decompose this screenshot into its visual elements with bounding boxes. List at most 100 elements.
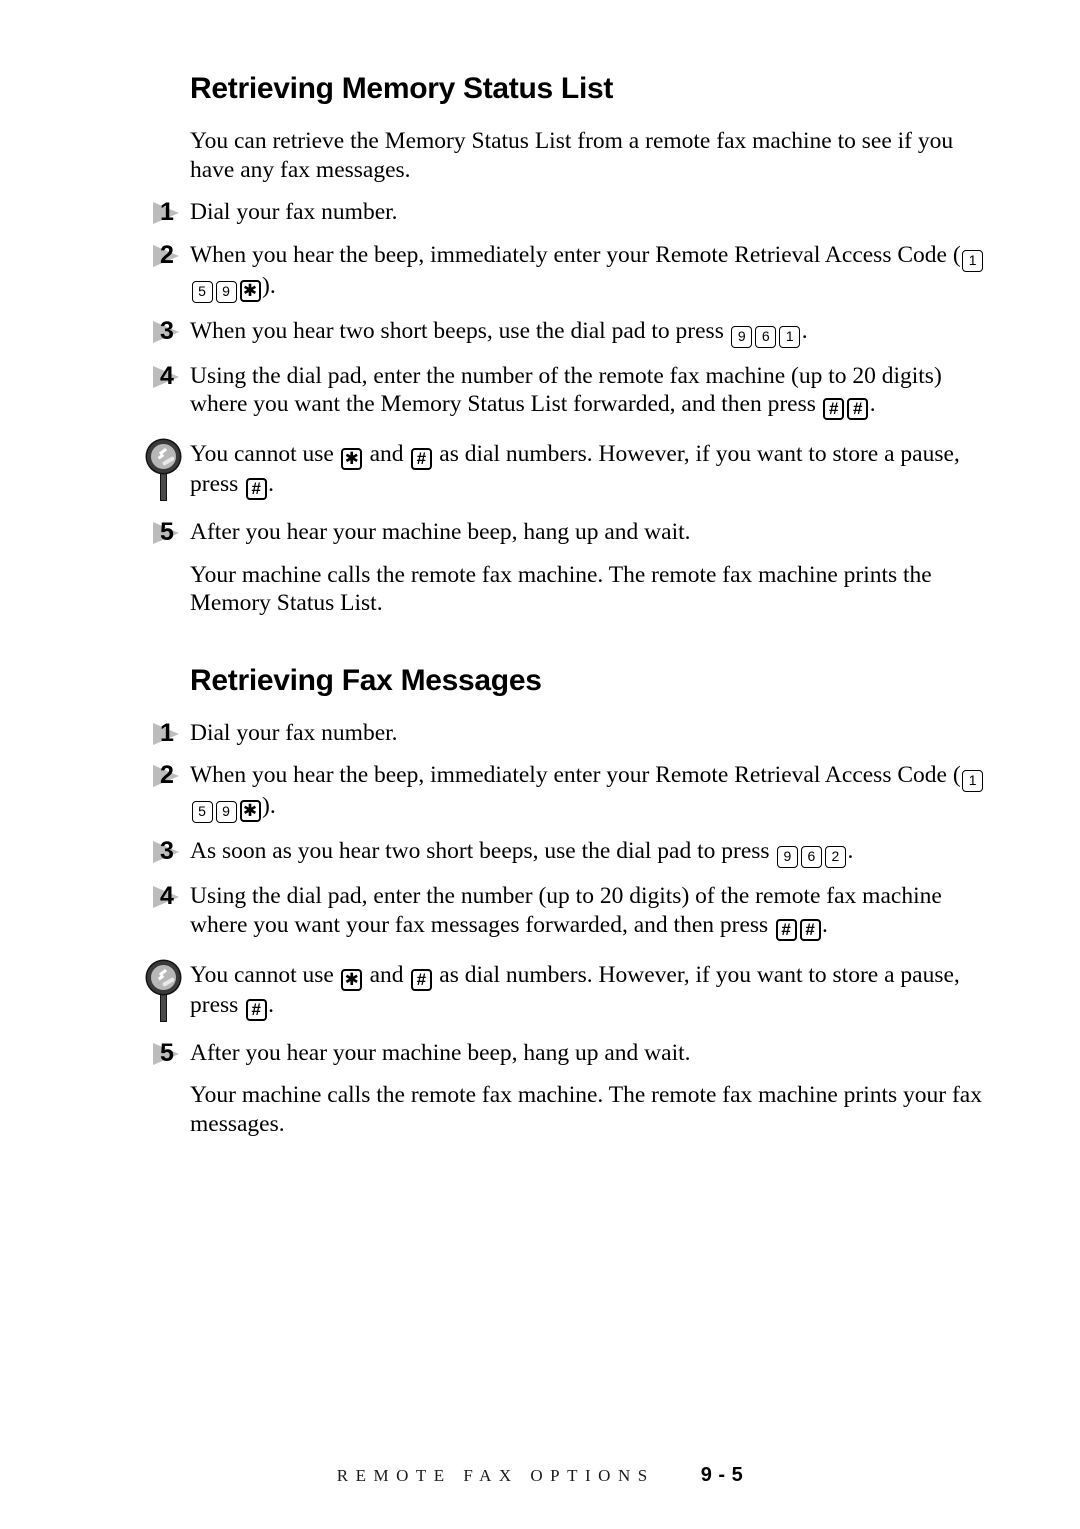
- section-closing-paragraph: Your machine calls the remote fax machin…: [190, 561, 932, 617]
- step-number-marker: 3: [152, 316, 186, 346]
- step-number: 3: [160, 316, 174, 345]
- magnifier-lens: [147, 960, 180, 994]
- step-text-lead: Using the dial pad, enter the number (up…: [190, 883, 942, 938]
- step-text: Dial your fax number.: [190, 719, 398, 746]
- step-item: 2 When you hear the beep, immediately en…: [152, 761, 997, 823]
- step-text-lead: As soon as you hear two short beeps, use…: [190, 838, 776, 864]
- step-number: 1: [160, 198, 174, 226]
- note-text-part1: You cannot use: [190, 961, 340, 988]
- footer-title: REMOTE FAX OPTIONS: [336, 1465, 655, 1485]
- step-text: Using the dial pad, enter the number (up…: [190, 883, 942, 941]
- step-text-tail: .: [847, 838, 854, 864]
- step-text: After you hear your machine beep, hang u…: [190, 519, 691, 545]
- page-title: Retrieving Memory Status List: [190, 72, 614, 105]
- keypad-key-1-icon: 1: [962, 249, 984, 272]
- note-text-part2: and: [363, 441, 410, 467]
- page-content: Retrieving Memory Status List You can re…: [147, 72, 997, 1152]
- note-text-part1: You cannot use: [190, 441, 340, 467]
- step-number: 5: [160, 1038, 174, 1067]
- step-number: 3: [160, 837, 174, 865]
- magnifier-icon: [146, 960, 186, 1025]
- step-text: Using the dial pad, enter the number of …: [190, 363, 942, 420]
- section-intro-paragraph: You can retrieve the Memory Status List …: [190, 128, 954, 183]
- keypad-key-9-icon: 9: [731, 325, 753, 348]
- keypad-key-hash-icon: #: [847, 398, 869, 420]
- step-text-tail: .: [869, 391, 876, 417]
- step-text-tail: .: [801, 317, 808, 344]
- step-number-marker: 1: [152, 198, 186, 227]
- step-number: 4: [160, 361, 174, 390]
- step-number-marker: 2: [152, 240, 186, 270]
- keypad-key-5-icon: 5: [191, 801, 213, 823]
- step-item: 4 Using the dial pad, enter the number (…: [152, 882, 997, 941]
- step-number: 2: [160, 761, 174, 789]
- step-item: 5 After you hear your machine beep, hang…: [152, 1039, 997, 1068]
- keypad-key-hash-icon: #: [799, 918, 821, 941]
- magnifier-lens: [147, 440, 180, 473]
- note-text: You cannot use ✱ and # as dial numbers. …: [190, 441, 960, 500]
- keypad-key-6-icon: 6: [755, 325, 777, 348]
- step-text: Dial your fax number.: [190, 199, 398, 225]
- magnifier-glint: [157, 453, 165, 460]
- magnifier-glint: [161, 456, 176, 466]
- note-text-part4: .: [268, 471, 275, 497]
- step-number: 4: [160, 882, 174, 910]
- keypad-key-9-icon: 9: [215, 801, 237, 823]
- keypad-key-1-icon: 1: [962, 770, 984, 792]
- step-number: 1: [160, 718, 174, 747]
- note-text-part4: .: [268, 991, 275, 1018]
- step-text-tail: .: [822, 911, 828, 938]
- keypad-key-asterisk-icon: ✱: [341, 448, 363, 470]
- step-text: As soon as you hear two short beeps, use…: [190, 838, 854, 868]
- keypad-key-asterisk-icon: ✱: [341, 968, 363, 991]
- keypad-key-hash-icon: #: [775, 918, 797, 941]
- page-footer: REMOTE FAX OPTIONS 9 - 5: [0, 1464, 1080, 1487]
- keypad-key-2-icon: 2: [824, 846, 846, 868]
- step-item: 3 When you hear two short beeps, use the…: [152, 317, 997, 348]
- keypad-key-asterisk-icon: ✱: [239, 279, 261, 302]
- note-text: You cannot use ✱ and # as dial numbers. …: [190, 961, 960, 1021]
- keypad-key-hash-icon: #: [823, 398, 845, 420]
- step-item: 1 Dial your fax number.: [152, 719, 997, 748]
- note-block: You cannot use ✱ and # as dial numbers. …: [147, 960, 997, 1022]
- step-item: 3 As soon as you hear two short beeps, u…: [152, 837, 997, 868]
- step-number-marker: 4: [152, 882, 186, 911]
- step-text-tail: ).: [262, 793, 276, 819]
- keypad-key-5-icon: 5: [191, 280, 213, 303]
- note-text-part2: and: [363, 961, 410, 988]
- keypad-key-9-icon: 9: [776, 846, 798, 868]
- step-item: 4 Using the dial pad, enter the number o…: [152, 361, 997, 420]
- page-title-secondary: Retrieving Fax Messages: [190, 663, 542, 697]
- keypad-key-hash-icon: #: [410, 968, 432, 991]
- note-block: You cannot use ✱ and # as dial numbers. …: [147, 440, 997, 501]
- keypad-key-6-icon: 6: [800, 846, 822, 868]
- keypad-key-asterisk-icon: ✱: [239, 800, 261, 822]
- step-item: 1 Dial your fax number.: [152, 198, 997, 227]
- step-number-marker: 3: [152, 837, 186, 866]
- magnifier-glint: [157, 973, 165, 981]
- manual-page: Retrieving Memory Status List You can re…: [0, 0, 1080, 1529]
- step-number-marker: 4: [152, 361, 186, 391]
- step-text-lead: When you hear two short beeps, use the d…: [190, 317, 730, 344]
- step-number: 5: [160, 518, 174, 546]
- magnifier-icon: [146, 440, 186, 504]
- keypad-key-1-icon: 1: [779, 325, 801, 348]
- keypad-key-hash-icon: #: [245, 998, 267, 1021]
- step-text-tail: ).: [262, 272, 276, 299]
- step-text: When you hear the beep, immediately ente…: [190, 762, 985, 823]
- step-item: 2 When you hear the beep, immediately en…: [152, 241, 997, 303]
- step-number-marker: 5: [152, 1038, 186, 1068]
- footer-page-number: 9 - 5: [700, 1464, 744, 1486]
- keypad-key-hash-icon: #: [245, 478, 267, 500]
- step-number-marker: 2: [152, 761, 186, 790]
- keypad-key-hash-icon: #: [410, 448, 432, 470]
- step-text: When you hear two short beeps, use the d…: [190, 317, 808, 348]
- step-number: 2: [160, 240, 174, 269]
- step-text: After you hear your machine beep, hang u…: [190, 1039, 691, 1066]
- section-closing-paragraph: Your machine calls the remote fax machin…: [190, 1082, 982, 1137]
- magnifier-glint: [161, 976, 176, 987]
- step-text-lead: When you hear the beep, immediately ente…: [190, 762, 961, 788]
- step-text: When you hear the beep, immediately ente…: [190, 242, 985, 303]
- step-number-marker: 5: [152, 518, 186, 547]
- step-number-marker: 1: [152, 718, 186, 748]
